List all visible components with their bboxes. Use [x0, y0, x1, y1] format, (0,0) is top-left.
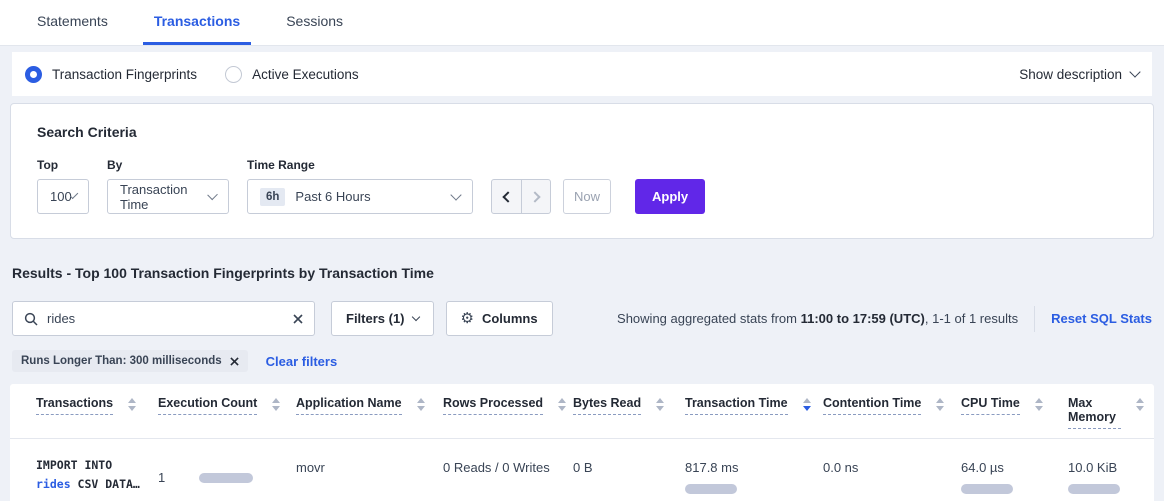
execution-count-cell: 1 [158, 456, 296, 494]
column-header-transaction-time: Transaction Time [685, 396, 823, 429]
chevron-left-icon [502, 191, 513, 202]
by-field: By Transaction Time [107, 158, 229, 214]
stats-time-range: 11:00 to 17:59 (UTC) [801, 311, 925, 326]
column-header-execution-count: Execution Count [158, 396, 296, 429]
time-window-arrows [491, 179, 551, 214]
sort-icon[interactable] [558, 398, 566, 411]
sort-desc-icon[interactable] [803, 398, 811, 411]
column-header-cpu-time: CPU Time [961, 396, 1068, 429]
apply-button[interactable]: Apply [635, 179, 705, 214]
sort-icon[interactable] [128, 398, 136, 411]
page-tabbar: Statements Transactions Sessions [0, 0, 1164, 46]
search-input[interactable] [47, 311, 284, 326]
transactions-page: Statements Transactions Sessions Transac… [0, 0, 1164, 501]
contention-time-cell: 0.0 ns [823, 456, 961, 494]
remove-filter-icon[interactable] [230, 357, 239, 366]
radio-label: Transaction Fingerprints [52, 67, 197, 82]
chevron-down-icon [411, 312, 419, 320]
previous-time-window-button[interactable] [492, 180, 521, 213]
reset-sql-stats-link[interactable]: Reset SQL Stats [1051, 311, 1152, 326]
column-header-max-memory: Max Memory [1068, 396, 1144, 429]
now-button[interactable]: Now [563, 179, 611, 214]
search-criteria-title: Search Criteria [37, 124, 1127, 140]
filters-button-label: Filters (1) [346, 311, 405, 326]
time-range-field: Time Range 6h Past 6 Hours [247, 158, 473, 214]
time-range-select[interactable]: 6h Past 6 Hours [247, 179, 473, 214]
time-range-badge: 6h [260, 188, 285, 206]
filter-pill-label: Runs Longer Than: 300 milliseconds [21, 355, 222, 367]
cpu-time-cell: 64.0 µs [961, 456, 1068, 494]
table-header-row: Transactions Execution Count Application… [10, 384, 1154, 439]
top-field: Top 100 [37, 158, 89, 214]
column-header-bytes-read: Bytes Read [573, 396, 685, 429]
sort-icon[interactable] [936, 398, 944, 411]
tab-sessions[interactable]: Sessions [275, 0, 354, 45]
filter-pill: Runs Longer Than: 300 milliseconds [12, 350, 248, 372]
transaction-time-bar [685, 484, 737, 494]
by-select[interactable]: Transaction Time [107, 179, 229, 214]
by-label: By [107, 158, 229, 172]
view-radio-group: Transaction Fingerprints Active Executio… [25, 66, 359, 83]
top-select-value: 100 [50, 189, 72, 204]
sort-icon[interactable] [1035, 398, 1043, 411]
bytes-read-cell: 0 B [573, 456, 685, 494]
stats-area: Showing aggregated stats from 11:00 to 1… [617, 306, 1152, 332]
filters-button[interactable]: Filters (1) [331, 301, 434, 336]
gear-icon: ⚙ [461, 311, 474, 326]
cpu-time-bar [961, 484, 1013, 494]
show-description-toggle[interactable]: Show description [1019, 67, 1139, 82]
radio-active-executions[interactable]: Active Executions [225, 66, 359, 83]
tab-transactions[interactable]: Transactions [143, 0, 251, 45]
by-select-value: Transaction Time [120, 182, 209, 212]
columns-button-label: Columns [482, 311, 538, 326]
column-header-rows-processed: Rows Processed [443, 396, 573, 429]
max-memory-bar [1068, 484, 1120, 494]
next-time-window-button[interactable] [521, 180, 550, 213]
chevron-down-icon [1129, 66, 1140, 77]
columns-button[interactable]: ⚙ Columns [446, 301, 553, 336]
view-toggle-bar: Transaction Fingerprints Active Executio… [12, 52, 1152, 96]
radio-transaction-fingerprints[interactable]: Transaction Fingerprints [25, 66, 197, 83]
results-controls-row: Filters (1) ⚙ Columns Showing aggregated… [12, 301, 1152, 336]
time-range-value: Past 6 Hours [295, 189, 370, 204]
sort-icon[interactable] [417, 398, 425, 411]
column-header-application-name: Application Name [296, 396, 443, 429]
sort-icon[interactable] [1136, 398, 1144, 411]
aggregated-stats-text: Showing aggregated stats from 11:00 to 1… [617, 311, 1018, 326]
results-table: Transactions Execution Count Application… [10, 384, 1154, 501]
application-name-cell: movr [296, 456, 443, 494]
clear-filters-link[interactable]: Clear filters [266, 354, 338, 369]
search-icon [24, 312, 38, 326]
sort-icon[interactable] [272, 398, 280, 411]
radio-unselected-icon [225, 66, 242, 83]
max-memory-cell: 10.0 KiB [1068, 456, 1144, 494]
column-header-contention-time: Contention Time [823, 396, 961, 429]
transaction-fingerprint-link[interactable]: rides [36, 477, 71, 491]
radio-label: Active Executions [252, 67, 359, 82]
sort-icon[interactable] [656, 398, 664, 411]
results-heading: Results - Top 100 Transaction Fingerprin… [12, 265, 1152, 281]
transaction-time-cell: 817.8 ms [685, 456, 823, 494]
chevron-right-icon [529, 191, 540, 202]
table-row: IMPORT INTO rides CSV DATA… 1 movr 0 Rea… [10, 439, 1154, 501]
execution-count-bar [199, 473, 253, 483]
search-box [12, 301, 315, 336]
radio-selected-icon [25, 66, 42, 83]
clear-search-icon[interactable] [293, 314, 303, 324]
rows-processed-cell: 0 Reads / 0 Writes [443, 456, 573, 494]
show-description-label: Show description [1019, 67, 1122, 82]
search-criteria-card: Search Criteria Top 100 By Transaction T… [10, 103, 1154, 239]
active-filters-row: Runs Longer Than: 300 milliseconds Clear… [12, 350, 1152, 372]
divider [1034, 306, 1035, 332]
column-header-transactions: Transactions [36, 396, 158, 429]
transaction-fingerprint-cell: IMPORT INTO rides CSV DATA… [36, 456, 158, 494]
tab-statements[interactable]: Statements [26, 0, 119, 45]
chevron-down-icon [450, 189, 461, 200]
top-select[interactable]: 100 [37, 179, 89, 214]
time-range-label: Time Range [247, 158, 473, 172]
top-label: Top [37, 158, 89, 172]
